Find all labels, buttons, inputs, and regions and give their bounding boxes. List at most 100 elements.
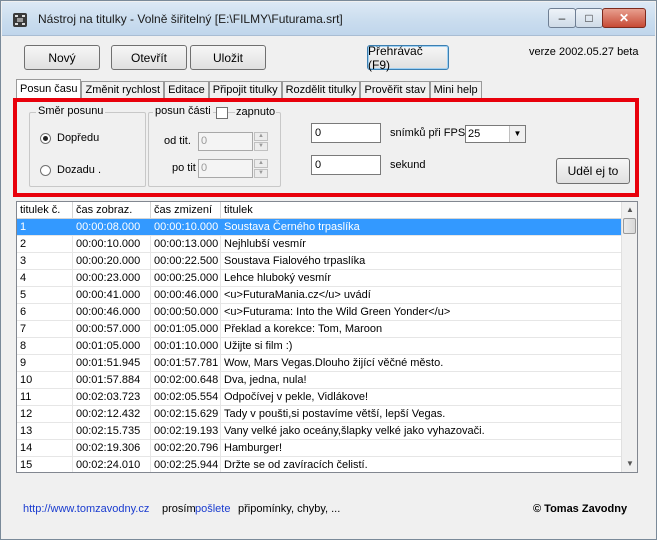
tab-strip: Posun času Změnit rychlost Editace Připo… xyxy=(16,79,482,99)
cell-subtitle: <u>Futurama: Into the Wild Green Yonder<… xyxy=(224,306,451,318)
cell-number: 11 xyxy=(17,389,73,405)
tab-rozdelit-titulky[interactable]: Rozdělit titulky xyxy=(281,81,361,99)
cell-number: 5 xyxy=(17,287,73,303)
to-spin-down[interactable]: ▼ xyxy=(254,169,268,178)
cell-hide-time: 00:02:20.796 xyxy=(151,440,221,456)
table-row[interactable]: 15 00:02:24.010 00:02:25.944 Držte se od za… xyxy=(17,457,622,472)
from-label: od tit. xyxy=(164,135,191,147)
table-row[interactable]: 2 00:00:10.000 00:00:13.000 Nejhlubší vesmí… xyxy=(17,236,622,253)
tab-proverit-stav[interactable]: Prověřit stav xyxy=(360,81,430,99)
table-header: titulek č. čas zobraz. čas zmizení titul… xyxy=(17,202,622,219)
tab-editace[interactable]: Editace xyxy=(164,81,209,99)
player-button[interactable]: Přehrávač (F9) xyxy=(367,44,449,72)
tab-zmenit-rychlost[interactable]: Změnit rychlost xyxy=(81,81,165,99)
subtitle-table[interactable]: titulek č. čas zobraz. čas zmizení titul… xyxy=(16,201,638,473)
cell-hide-time: 00:00:13.000 xyxy=(151,236,221,252)
app-window: Nástroj na titulky - Volně šiřitelný [E:… xyxy=(0,0,657,540)
minimize-button[interactable]: – xyxy=(548,8,576,28)
open-button[interactable]: Otevřít xyxy=(111,45,187,70)
backward-label: Dozadu . xyxy=(57,164,102,176)
to-label: po tit xyxy=(172,162,196,174)
cell-subtitle: Nejhlubší vesmír xyxy=(224,238,306,250)
enabled-label: zapnuto xyxy=(235,106,277,118)
table-row[interactable]: 7 00:00:57.000 00:01:05.000 Překlad a korek… xyxy=(17,321,622,338)
scroll-down-icon[interactable]: ▼ xyxy=(622,456,637,472)
to-title-input[interactable]: 0 xyxy=(198,159,253,178)
cell-number: 13 xyxy=(17,423,73,439)
maximize-button[interactable]: □ xyxy=(575,8,603,28)
table-row[interactable]: 9 00:01:51.945 00:01:57.781 Wow, Mars Vegas… xyxy=(17,355,622,372)
forward-label: Dopředu xyxy=(57,132,100,144)
cell-hide-time: 00:02:00.648 xyxy=(151,372,221,388)
forward-radio[interactable] xyxy=(40,133,51,144)
from-spin-up[interactable]: ▲ xyxy=(254,132,268,141)
cell-show-time: 00:00:23.000 xyxy=(73,270,151,286)
enabled-checkbox[interactable] xyxy=(216,107,228,119)
column-header-show-time[interactable]: čas zobraz. xyxy=(73,202,151,219)
scroll-up-icon[interactable]: ▲ xyxy=(622,202,637,218)
cell-hide-time: 00:00:25.000 xyxy=(151,270,221,286)
column-header-subtitle[interactable]: titulek xyxy=(221,202,622,219)
vertical-scrollbar[interactable]: ▲ ▼ xyxy=(621,202,637,472)
table-row[interactable]: 1 00:00:08.000 00:00:10.000 Soustava Černéh… xyxy=(17,219,622,236)
cell-show-time: 00:00:20.000 xyxy=(73,253,151,269)
table-row[interactable]: 11 00:02:03.723 00:02:05.554 Odpočívej v pe… xyxy=(17,389,622,406)
cell-number: 3 xyxy=(17,253,73,269)
table-row[interactable]: 13 00:02:15.735 00:02:19.193 Vany velké jak… xyxy=(17,423,622,440)
table-row[interactable]: 5 00:00:41.000 00:00:46.000 <u>FuturaMania.… xyxy=(17,287,622,304)
tab-posun-casu[interactable]: Posun času xyxy=(16,79,82,99)
frames-label: snímků při FPS xyxy=(390,127,466,139)
cell-number: 15 xyxy=(17,457,73,472)
backward-radio[interactable] xyxy=(40,165,51,176)
cell-number: 4 xyxy=(17,270,73,286)
table-row[interactable]: 12 00:02:12.432 00:02:15.629 Tady v poušti,… xyxy=(17,406,622,423)
table-row[interactable]: 10 00:01:57.884 00:02:00.648 Dva, jedna, nu… xyxy=(17,372,622,389)
table-row[interactable]: 3 00:00:20.000 00:00:22.500 Soustava Fialov… xyxy=(17,253,622,270)
frames-input[interactable]: 0 xyxy=(311,123,381,143)
cell-subtitle: Užijte si film :) xyxy=(224,340,293,352)
apply-button[interactable]: Uděl ej to xyxy=(556,158,630,184)
from-title-input[interactable]: 0 xyxy=(198,132,253,151)
to-spin-up[interactable]: ▲ xyxy=(254,159,268,168)
column-header-number[interactable]: titulek č. xyxy=(17,202,73,219)
chevron-down-icon[interactable]: ▼ xyxy=(509,126,525,142)
tab-mini-help[interactable]: Mini help xyxy=(429,81,482,99)
cell-hide-time: 00:00:46.000 xyxy=(151,287,221,303)
table-row[interactable]: 4 00:00:23.000 00:00:25.000 Lehce hluboký v… xyxy=(17,270,622,287)
shift-time-panel: Směr posunu Dopředu Dozadu . posun části… xyxy=(13,98,639,197)
cell-hide-time: 00:02:15.629 xyxy=(151,406,221,422)
cell-show-time: 00:01:05.000 xyxy=(73,338,151,354)
table-row[interactable]: 14 00:02:19.306 00:02:20.796 Hamburger! xyxy=(17,440,622,457)
scroll-thumb[interactable] xyxy=(623,218,636,234)
fps-value: 25 xyxy=(468,128,481,140)
cell-number: 2 xyxy=(17,236,73,252)
tab-pripojit-titulky[interactable]: Připojit titulky xyxy=(208,81,282,99)
new-button[interactable]: Nový xyxy=(24,45,100,70)
cell-subtitle: Vany velké jako oceány,šlapky velké jako… xyxy=(224,425,485,437)
status-bar: http://www.tomzavodny.cz prosím pošlete … xyxy=(13,497,643,521)
save-button[interactable]: Uložit xyxy=(190,45,266,70)
status-text-please: prosím xyxy=(162,503,196,515)
send-link[interactable]: pošlete xyxy=(195,503,230,515)
cell-subtitle: Lehce hluboký vesmír xyxy=(224,272,331,284)
app-film-icon xyxy=(13,13,27,27)
cell-hide-time: 00:01:57.781 xyxy=(151,355,221,371)
cell-hide-time: 00:01:05.000 xyxy=(151,321,221,337)
direction-group-label: Směr posunu xyxy=(36,105,106,117)
title-bar[interactable]: Nástroj na titulky - Volně šiřitelný [E:… xyxy=(2,2,655,36)
column-header-hide-time[interactable]: čas zmizení xyxy=(151,202,221,219)
cell-subtitle: Wow, Mars Vegas.Dlouho žijící věčné měst… xyxy=(224,357,444,369)
website-link[interactable]: http://www.tomzavodny.cz xyxy=(23,503,149,515)
table-row[interactable]: 8 00:01:05.000 00:01:10.000 Užijte si film … xyxy=(17,338,622,355)
cell-subtitle: Překlad a korekce: Tom, Maroon xyxy=(224,323,383,335)
seconds-label: sekund xyxy=(390,159,426,171)
close-button[interactable]: ✕ xyxy=(602,8,646,28)
seconds-input[interactable]: 0 xyxy=(311,155,381,175)
cell-hide-time: 00:01:10.000 xyxy=(151,338,221,354)
fps-select[interactable]: 25 ▼ xyxy=(465,125,526,143)
status-text-feedback: připomínky, chyby, ... xyxy=(238,503,341,515)
table-row[interactable]: 6 00:00:46.000 00:00:50.000 <u>Futurama: In… xyxy=(17,304,622,321)
cell-show-time: 00:00:10.000 xyxy=(73,236,151,252)
cell-show-time: 00:02:19.306 xyxy=(73,440,151,456)
from-spin-down[interactable]: ▼ xyxy=(254,142,268,151)
